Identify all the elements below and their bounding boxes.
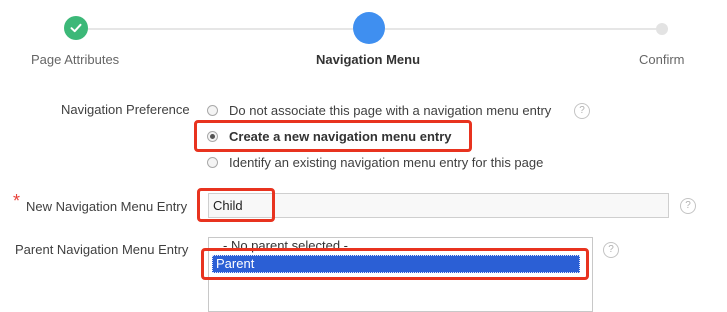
step-navigation-menu-dot xyxy=(353,12,385,44)
radio-option-no-association[interactable]: Do not associate this page with a naviga… xyxy=(207,103,551,118)
parent-entry-label: Parent Navigation Menu Entry xyxy=(15,242,189,257)
check-icon xyxy=(70,23,82,33)
navigation-preference-label: Navigation Preference xyxy=(61,102,190,117)
highlight-parent-option xyxy=(201,248,589,280)
help-icon[interactable]: ? xyxy=(680,198,696,214)
wizard-connector-1 xyxy=(80,28,360,30)
step-confirm-dot xyxy=(656,23,668,35)
radio-option-label: Do not associate this page with a naviga… xyxy=(229,103,552,118)
help-icon[interactable]: ? xyxy=(574,103,590,119)
step-label-page-attributes: Page Attributes xyxy=(31,52,120,67)
new-entry-label: New Navigation Menu Entry xyxy=(26,199,188,214)
help-icon[interactable]: ? xyxy=(603,242,619,258)
step-label-confirm: Confirm xyxy=(639,52,685,67)
new-entry-input[interactable] xyxy=(208,193,669,218)
wizard-connector-2 xyxy=(382,28,656,30)
step-page-attributes-dot xyxy=(64,16,88,40)
radio-option-identify-existing[interactable]: Identify an existing navigation menu ent… xyxy=(207,155,543,170)
radio-option-label: Identify an existing navigation menu ent… xyxy=(229,155,544,170)
highlight-new-entry-input xyxy=(197,188,275,222)
required-indicator: * xyxy=(13,191,21,211)
highlight-create-new-option xyxy=(194,120,472,152)
radio-button[interactable] xyxy=(207,105,218,116)
radio-button[interactable] xyxy=(207,157,218,168)
step-label-navigation-menu: Navigation Menu xyxy=(316,52,421,67)
